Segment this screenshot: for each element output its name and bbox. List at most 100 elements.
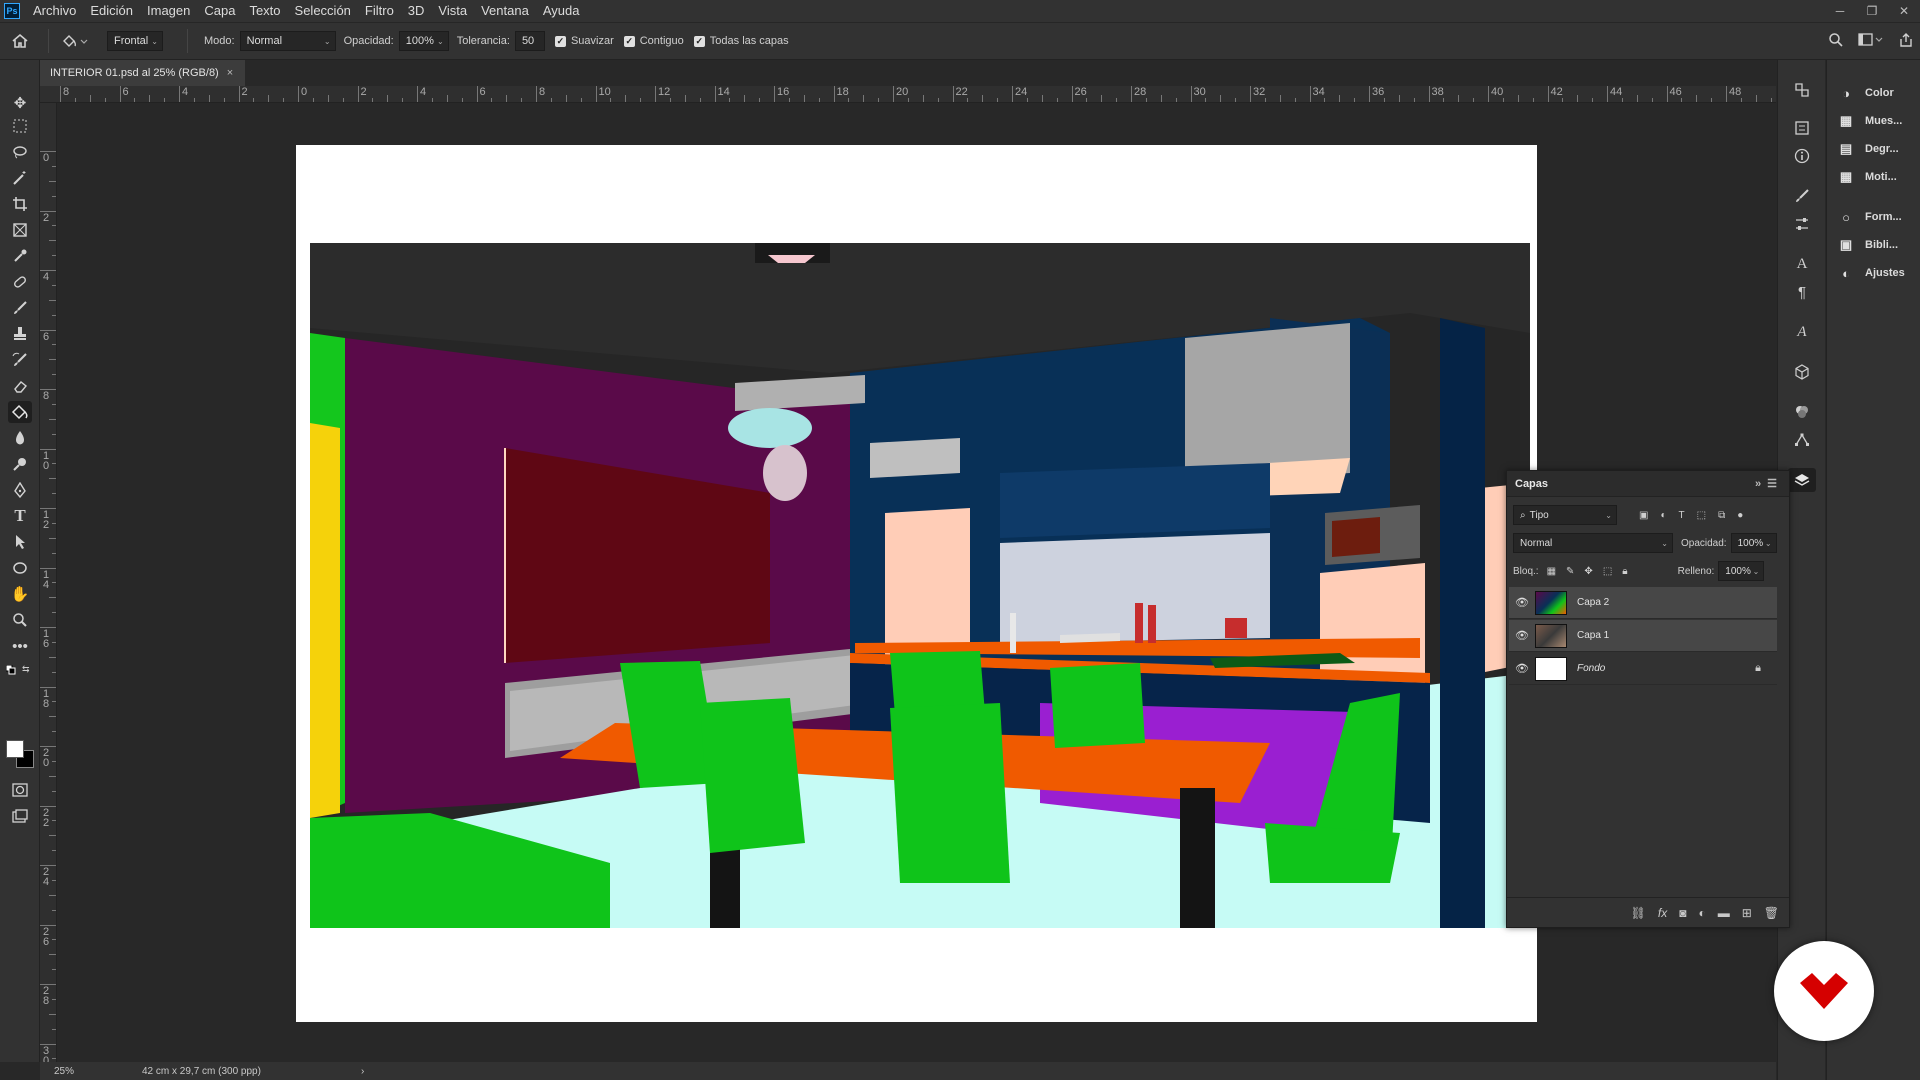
link-layers-icon[interactable]: ⛓︎ (1631, 906, 1646, 920)
ellipse-tool-icon[interactable] (8, 557, 32, 579)
path-selection-tool-icon[interactable] (8, 531, 32, 553)
history-panel-icon[interactable] (1788, 78, 1816, 102)
history-brush-tool-icon[interactable] (8, 349, 32, 371)
dock-libraries[interactable]: ▣ Bibli... (1837, 234, 1898, 256)
adjustments-sliders-icon[interactable] (1788, 212, 1816, 236)
brushes-panel-icon[interactable] (1788, 184, 1816, 208)
opacity-input[interactable]: 100% ⌄ (398, 31, 449, 51)
pen-tool-icon[interactable] (8, 479, 32, 501)
hand-tool-icon[interactable]: ✋ (8, 583, 32, 605)
home-icon[interactable] (0, 33, 40, 49)
zoom-level[interactable]: 25% (54, 1066, 114, 1077)
close-document-icon[interactable]: × (227, 67, 233, 79)
zoom-tool-icon[interactable] (8, 609, 32, 631)
menu-archivo[interactable]: Archivo (26, 0, 83, 22)
dock-gradients[interactable]: ▤ Degr... (1837, 138, 1899, 160)
default-colors-icon[interactable] (5, 664, 16, 675)
add-mask-icon[interactable]: ◙ (1679, 906, 1686, 920)
layer-opacity-input[interactable]: 100% ⌄ (1730, 533, 1777, 553)
mode-select[interactable]: Normal ⌄ (239, 31, 336, 51)
eraser-tool-icon[interactable] (8, 375, 32, 397)
layer-filter-select[interactable]: ⌕ Tipo ⌄ (1513, 505, 1617, 525)
filter-toggle-icon[interactable]: ● (1737, 510, 1743, 521)
lasso-tool-icon[interactable] (8, 141, 32, 163)
dock-shapes[interactable]: ○ Form... (1837, 206, 1902, 228)
lock-transparent-icon[interactable]: ▦ (1547, 566, 1556, 577)
menu-ayuda[interactable]: Ayuda (536, 0, 587, 22)
quick-mask-icon[interactable] (8, 779, 32, 801)
lock-artboard-icon[interactable]: ⬚ (1603, 566, 1612, 577)
screen-mode-icon[interactable] (8, 805, 32, 827)
brush-tool-icon[interactable] (8, 297, 32, 319)
3d-panel-icon[interactable] (1788, 360, 1816, 384)
workspace-icon[interactable] (1858, 32, 1884, 50)
contiguous-checkbox[interactable]: ✓ (623, 35, 635, 47)
layer-row[interactable]: 👁︎ Fondo 🔒︎ (1509, 653, 1777, 685)
dock-color[interactable]: ◑ Color (1837, 82, 1894, 104)
healing-brush-tool-icon[interactable] (8, 271, 32, 293)
menu-3d[interactable]: 3D (401, 0, 432, 22)
new-group-folder-icon[interactable]: ▬ (1718, 906, 1730, 920)
dodge-tool-icon[interactable] (8, 453, 32, 475)
type-tool-icon[interactable]: T (8, 505, 32, 527)
menu-texto[interactable]: Texto (242, 0, 287, 22)
menu-seleccion[interactable]: Selección (288, 0, 358, 22)
share-icon[interactable] (1898, 32, 1914, 51)
blur-tool-icon[interactable] (8, 427, 32, 449)
crop-tool-icon[interactable] (8, 193, 32, 215)
layer-row[interactable]: 👁︎ Capa 2 (1509, 587, 1777, 619)
info-panel-icon[interactable] (1788, 144, 1816, 168)
paint-bucket-tool-icon[interactable] (8, 401, 32, 423)
eyedropper-tool-icon[interactable] (8, 245, 32, 267)
channels-panel-icon[interactable] (1788, 400, 1816, 424)
layers-panel-icon[interactable] (1788, 468, 1816, 492)
paint-bucket-preset-icon[interactable] (57, 33, 93, 49)
menu-capa[interactable]: Capa (197, 0, 242, 22)
lock-all-icon[interactable]: 🔒︎ (1622, 566, 1627, 577)
vertical-ruler[interactable]: 0 2 4 6 8 1 0 1 2 1 4 1 6 1 8 2 0 2 2 2 4 2 6 2 8 3 0 (40, 103, 57, 1063)
visibility-eye-icon[interactable]: 👁︎ (1509, 629, 1535, 642)
fill-input[interactable]: 100% ⌄ (1718, 561, 1765, 581)
all-layers-checkbox[interactable]: ✓ (693, 35, 705, 47)
horizontal-ruler[interactable]: 8 6 4 2 0 2 4 6 8 10 12 14 16 18 20 22 24 26 28 30 32 34 36 38 4… (40, 86, 1776, 103)
search-icon[interactable] (1828, 32, 1844, 51)
document-tab[interactable]: INTERIOR 01.psd al 25% (RGB/8) × (40, 60, 245, 86)
filter-smart-object-icon[interactable]: ⧉ (1718, 510, 1725, 521)
panel-collapse-menu-icon[interactable]: »☰ (1755, 477, 1783, 490)
swap-colors-icon[interactable]: ⇆ (22, 664, 30, 675)
frame-tool-icon[interactable] (8, 219, 32, 241)
menu-imagen[interactable]: Imagen (140, 0, 197, 22)
visibility-eye-icon[interactable]: 👁︎ (1509, 662, 1535, 675)
new-layer-icon[interactable]: ⊞ (1742, 906, 1752, 920)
dock-patterns[interactable]: ▦ Moti... (1837, 166, 1897, 188)
properties-panel-icon[interactable] (1788, 116, 1816, 140)
dock-adjustments[interactable]: ◐ Ajustes (1837, 262, 1905, 284)
glyphs-panel-icon[interactable]: A (1788, 320, 1816, 344)
filter-pixel-icon[interactable]: ▣ (1639, 510, 1648, 521)
magic-wand-tool-icon[interactable] (8, 167, 32, 189)
lock-image-icon[interactable]: ✎ (1566, 566, 1574, 577)
move-tool-icon[interactable]: ✥ (8, 92, 32, 114)
blend-mode-select[interactable]: Normal ⌄ (1513, 533, 1673, 553)
menu-vista[interactable]: Vista (431, 0, 474, 22)
layer-style-fx-icon[interactable]: fx (1658, 906, 1667, 920)
status-menu-arrow[interactable]: › (361, 1066, 364, 1077)
close-window-button[interactable]: ✕ (1888, 0, 1920, 22)
minimize-button[interactable]: ─ (1824, 0, 1856, 22)
visibility-eye-icon[interactable]: 👁︎ (1509, 596, 1535, 609)
menu-ventana[interactable]: Ventana (474, 0, 536, 22)
foreground-color-swatch[interactable] (6, 740, 24, 758)
restore-button[interactable]: ❐ (1856, 0, 1888, 22)
filter-shape-icon[interactable]: ⬚ (1697, 510, 1706, 521)
filter-adjustment-icon[interactable]: ◐ (1660, 510, 1666, 521)
lock-position-icon[interactable]: ✥ (1584, 566, 1592, 577)
filter-type-icon[interactable]: T (1679, 510, 1685, 521)
paths-panel-icon[interactable] (1788, 428, 1816, 452)
marquee-tool-icon[interactable] (8, 115, 32, 137)
delete-layer-trash-icon[interactable]: 🗑︎ (1764, 906, 1779, 920)
new-adjustment-layer-icon[interactable]: ◐ (1698, 906, 1705, 920)
paragraph-panel-icon[interactable]: ¶ (1788, 280, 1816, 304)
dock-swatches[interactable]: ▦ Mues... (1837, 110, 1902, 132)
character-panel-icon[interactable]: A (1788, 252, 1816, 276)
layers-panel-header[interactable]: Capas »☰ (1507, 471, 1789, 497)
